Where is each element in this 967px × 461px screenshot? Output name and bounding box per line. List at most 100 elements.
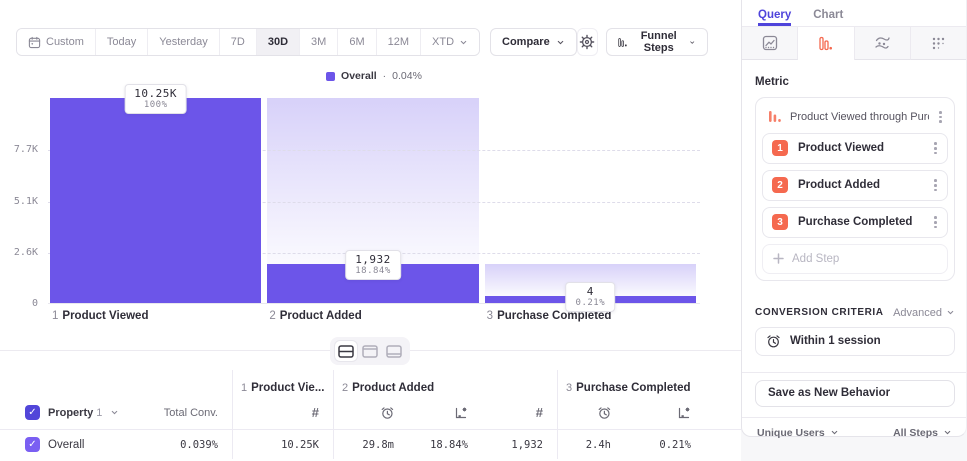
tab-flows[interactable] — [854, 27, 911, 60]
query-sidebar: Query Chart Metric Product Viewed throug… — [741, 0, 967, 461]
cell-step2-conv: 18.84% — [408, 429, 482, 459]
table-group-step2: 2 Product Added — [333, 370, 557, 396]
chevron-down-icon — [947, 311, 954, 315]
layout-table-button[interactable] — [383, 341, 405, 361]
layout-toggle — [330, 337, 410, 365]
count-icon: # — [535, 405, 543, 420]
range-button-12m[interactable]: 12M — [376, 29, 422, 55]
steps-scope-dropdown[interactable]: All Steps — [893, 427, 952, 439]
step-number-badge: 1 — [772, 140, 788, 157]
chart-type-button[interactable]: Funnel Steps — [606, 28, 708, 56]
toolbar-left: Custom Today Yesterday 7D 30D 3M 6M 12M XTD Comp… — [16, 28, 577, 56]
tooltip-percent: 18.84% — [355, 266, 391, 277]
metric-step-1[interactable]: 1 Product Viewed — [762, 132, 948, 164]
save-behavior-label: Save as New Behavior — [768, 387, 891, 400]
funnel-dropoff-segment — [267, 98, 479, 265]
tab-chart[interactable]: Chart — [813, 9, 843, 26]
layout-split-button[interactable] — [335, 341, 357, 361]
funnel-chart: 10.25K 100% 1,932 18.84% 4 0.21% 0 2.6K 5.1K 7.7… — [0, 84, 741, 332]
alarm-clock-icon — [767, 335, 780, 348]
step3-conv-header[interactable] — [625, 396, 705, 429]
step-name: Product Added — [798, 179, 880, 192]
group-number: 2 — [342, 382, 349, 394]
step2-time-header[interactable] — [333, 396, 408, 429]
table-group-step3: 3 Purchase Completed — [557, 370, 741, 396]
flows-icon — [875, 37, 890, 49]
range-button-custom[interactable]: Custom — [17, 29, 96, 55]
cell-total-conv: 0.039% — [157, 429, 232, 459]
group-name: Product Vie... — [251, 382, 325, 394]
compare-button[interactable]: Compare — [490, 28, 577, 56]
step-number-badge: 2 — [772, 177, 788, 194]
tooltip-value: 1,932 — [355, 253, 391, 267]
table-spacer — [705, 429, 741, 459]
settings-button[interactable] — [576, 28, 599, 56]
step2-count-header[interactable]: # — [482, 396, 557, 429]
table-spacer — [705, 396, 741, 429]
tab-funnels[interactable] — [798, 27, 855, 60]
conversion-window-button[interactable]: Within 1 session — [755, 326, 955, 356]
counting-method-dropdown[interactable]: Unique Users — [757, 427, 839, 439]
kebab-menu-icon[interactable] — [932, 177, 939, 193]
legend-value: 0.04% — [392, 70, 422, 82]
range-button-xtd[interactable]: XTD — [421, 29, 480, 55]
conversion-criteria-row: CONVERSION CRITERIA Advanced — [755, 307, 955, 319]
range-button-yesterday[interactable]: Yesterday — [148, 29, 220, 55]
steps-scope-label: All Steps — [893, 426, 938, 439]
range-button-7d[interactable]: 7D — [219, 29, 257, 55]
funnel-bars-icon — [618, 37, 627, 47]
step-number: 1 — [52, 310, 59, 322]
legend-separator: · — [382, 70, 387, 82]
metric-card: Product Viewed through Purchas... 1 Produ… — [755, 97, 955, 281]
conversion-window-label: Within 1 session — [790, 335, 881, 348]
checkbox-overall[interactable]: ✓ — [25, 437, 40, 452]
table-row-overall[interactable]: ✓ Overall — [0, 429, 157, 459]
range-button-today[interactable]: Today — [95, 29, 149, 55]
y-axis-label: 0 — [31, 298, 38, 309]
range-button-3m[interactable]: 3M — [300, 29, 339, 55]
retention-icon — [932, 37, 945, 49]
funnel-bar-1[interactable] — [50, 98, 262, 303]
metric-step-3[interactable]: 3 Purchase Completed — [762, 206, 948, 238]
tab-insights[interactable] — [742, 27, 799, 60]
row-label: Overall — [48, 438, 85, 451]
metric-step-2[interactable]: 2 Product Added — [762, 169, 948, 201]
plot-area: 10.25K 100% 1,932 18.84% 4 0.21% — [48, 84, 700, 312]
tooltip-value: 4 — [586, 285, 594, 298]
add-step-button[interactable]: Add Step — [762, 243, 948, 274]
step-name: Purchase Completed — [798, 216, 913, 229]
metric-header[interactable]: Product Viewed through Purchas... — [762, 104, 948, 133]
cell-step2-time: 29.8m — [333, 429, 408, 459]
toolbar-right: Funnel Steps — [576, 28, 708, 56]
step2-conv-header[interactable] — [408, 396, 482, 429]
total-conv-header[interactable]: Total Conv. — [157, 396, 232, 429]
x-axis-step-label: 1 Product Viewed — [52, 310, 148, 322]
count-icon: # — [311, 405, 319, 420]
property-label: Property — [48, 406, 94, 419]
advanced-button[interactable]: Advanced — [893, 307, 955, 319]
group-name: Product Added — [352, 382, 435, 394]
step3-time-header[interactable] — [557, 396, 625, 429]
chevron-down-icon — [690, 40, 695, 44]
group-number: 1 — [241, 382, 248, 394]
kebab-menu-icon[interactable] — [932, 214, 939, 230]
layout-chart-button[interactable] — [359, 341, 381, 361]
property-header[interactable]: ✓ Property 1 — [0, 396, 157, 429]
legend-swatch — [326, 71, 336, 81]
tab-retention[interactable] — [910, 27, 966, 60]
kebab-menu-icon[interactable] — [937, 109, 944, 125]
save-behavior-button[interactable]: Save as New Behavior — [755, 379, 955, 407]
checkbox-select-all[interactable]: ✓ — [25, 405, 40, 420]
kebab-menu-icon[interactable] — [932, 140, 939, 156]
layout-split-icon — [338, 344, 354, 358]
legend-overall[interactable]: Overall · 0.04% — [326, 70, 422, 82]
step1-count-header[interactable]: # — [232, 396, 333, 429]
legend-series-label: Overall — [341, 70, 377, 82]
tooltip-value: 10.25K — [134, 87, 178, 100]
step-name: Product Viewed — [798, 142, 885, 155]
range-button-30d[interactable]: 30D — [256, 29, 301, 55]
range-button-6m[interactable]: 6M — [338, 29, 377, 55]
chart-footer — [0, 332, 741, 370]
tab-query[interactable]: Query — [758, 9, 792, 26]
counting-method-label: Unique Users — [757, 426, 825, 439]
